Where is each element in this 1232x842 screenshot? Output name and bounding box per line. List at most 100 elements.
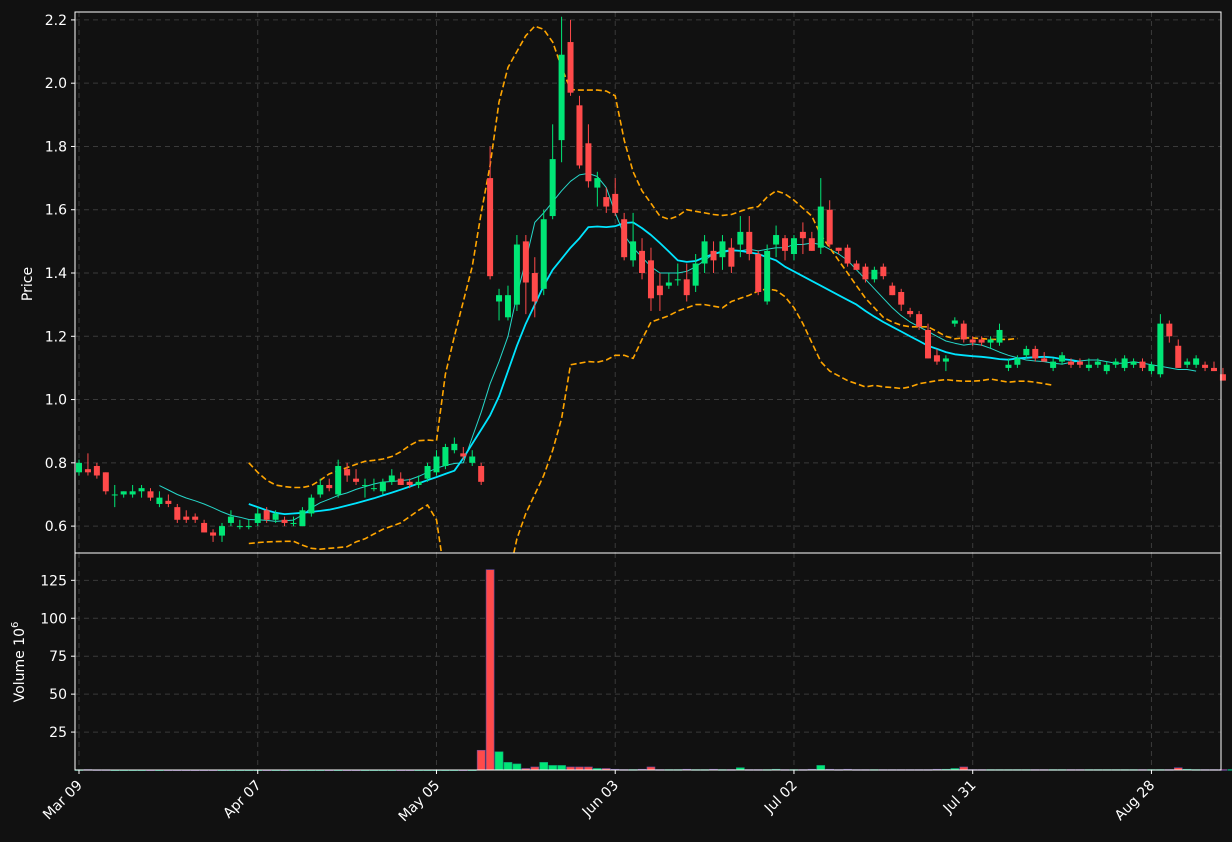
candle-body: [353, 478, 360, 482]
candle-body: [245, 526, 252, 528]
candle-body: [656, 285, 663, 296]
price-tick-label: 0.6: [45, 519, 67, 535]
volume-axis-label: Volume 106: [10, 622, 28, 703]
candle-body: [719, 241, 726, 258]
candle-body: [925, 329, 932, 359]
volume-bar: [539, 762, 549, 771]
candle-body: [755, 254, 762, 292]
volume-bar: [816, 765, 826, 771]
candle-body: [1202, 364, 1209, 368]
candle-body: [379, 481, 386, 492]
price-tick-label: 2.0: [45, 76, 67, 92]
candle-body: [281, 519, 288, 523]
candle-body: [1076, 361, 1083, 365]
candle-body: [513, 244, 520, 305]
candle-body: [263, 510, 270, 520]
candle-body: [290, 522, 297, 524]
candle-body: [406, 481, 413, 485]
candle-body: [1130, 361, 1137, 365]
price-tick-label: 1.2: [45, 329, 67, 345]
candle-body: [496, 295, 503, 302]
candle-body: [442, 447, 449, 466]
candle-body: [978, 339, 985, 343]
candle-body: [1050, 361, 1057, 368]
candle-body: [728, 247, 735, 267]
candle-body: [603, 197, 610, 207]
candle-body: [1193, 358, 1200, 365]
candle-body: [272, 513, 279, 520]
candle-body: [889, 285, 896, 296]
volume-tick-label: 25: [49, 725, 67, 741]
volume-axis-label-text: Volume 10: [12, 628, 28, 702]
candle-body: [1094, 361, 1101, 365]
candle-body: [862, 266, 869, 280]
candle-body: [764, 250, 771, 302]
candle-body: [326, 484, 333, 489]
candle-body: [612, 193, 619, 213]
candle-body: [102, 472, 109, 492]
price-axis-label: Price: [20, 267, 36, 301]
candle-body: [388, 475, 395, 482]
candle-body: [344, 469, 351, 476]
candle-body: [1112, 361, 1119, 365]
candle-body: [808, 238, 815, 251]
price-tick-label: 1.0: [45, 393, 67, 409]
candle-body: [147, 491, 154, 498]
candle-body: [665, 282, 672, 286]
volume-bar: [476, 749, 486, 771]
candle-body: [683, 279, 690, 296]
candle-body: [138, 488, 145, 492]
candle-body: [183, 516, 190, 520]
candle-body: [817, 206, 824, 248]
candle-body: [942, 358, 949, 362]
candle-body: [585, 143, 592, 182]
candle-body: [397, 478, 404, 485]
candle-body: [174, 507, 181, 520]
candle-body: [1032, 348, 1039, 359]
candle-body: [826, 209, 833, 245]
candle-body: [907, 310, 914, 315]
candle-body: [317, 484, 324, 495]
candle-body: [746, 231, 753, 255]
price-tick-label: 2.2: [45, 13, 67, 29]
candle-body: [487, 178, 494, 277]
candle-body: [996, 329, 1003, 343]
candle-body: [1041, 358, 1048, 362]
candle-body: [969, 339, 976, 343]
price-tick-label: 1.4: [45, 266, 67, 282]
candle-body: [647, 260, 654, 299]
volume-bar: [512, 763, 522, 771]
candle-body: [531, 273, 538, 302]
candle-body: [594, 178, 601, 188]
volume-tick-label: 50: [49, 687, 67, 703]
candle-body: [710, 250, 717, 261]
candle-body: [1166, 323, 1173, 337]
candle-body: [218, 526, 225, 536]
candle-body: [192, 516, 199, 520]
candle-body: [451, 443, 458, 451]
candle-body: [1148, 364, 1155, 372]
candle-body: [835, 247, 842, 251]
volume-tick-label: 100: [40, 611, 67, 627]
candle-body: [1157, 323, 1164, 375]
candle-body: [165, 500, 172, 504]
volume-bar: [485, 569, 495, 771]
chart-background: [0, 0, 1232, 842]
candle-body: [1210, 367, 1217, 372]
candle-body: [1175, 345, 1182, 368]
candle-body: [1139, 361, 1146, 368]
candle-body: [236, 526, 243, 528]
candle-body: [621, 219, 628, 258]
price-tick-label: 0.8: [45, 456, 67, 472]
volume-bar: [494, 751, 504, 771]
candle-body: [674, 279, 681, 281]
candle-body: [1121, 358, 1128, 368]
candle-body: [299, 510, 306, 527]
volume-tick-label: 125: [40, 573, 67, 589]
candle-body: [415, 481, 422, 485]
candle-body: [880, 266, 887, 277]
volume-bar: [503, 762, 513, 771]
candle-body: [210, 532, 217, 536]
candle-body: [853, 263, 860, 270]
candle-body: [1059, 355, 1066, 362]
